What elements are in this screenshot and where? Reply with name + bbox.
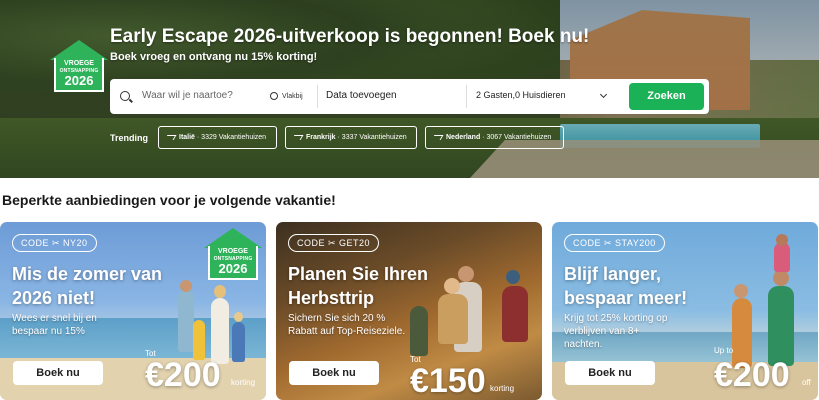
promo-code[interactable]: CODE ✂ STAY200 <box>564 234 665 252</box>
trending-icon <box>164 135 177 140</box>
chevron-down-icon[interactable] <box>599 90 608 99</box>
nearby-button[interactable]: Vlakbij <box>266 88 308 105</box>
trending-chip-italie[interactable]: Italië · 3329 Vakantiehuizen <box>158 126 277 149</box>
card-text: Sichern Sie sich 20 % Rabatt auf Top-Rei… <box>288 313 406 337</box>
offer-card-summer[interactable]: CODE ✂ NY20 VROEGE ONTSNAPPING 2026 Mis … <box>0 222 266 400</box>
card-heading: Blijf langer, bespaar meer! <box>564 264 688 308</box>
card-heading: Mis de zomer van 2026 niet! <box>12 264 163 308</box>
beach-couple-photo <box>768 286 794 366</box>
trending-icon <box>291 135 304 140</box>
offer-card-autumn[interactable]: CODE ✂ GET20 Planen Sie Ihren Herbsttrip… <box>276 222 542 400</box>
location-icon <box>270 92 278 100</box>
promo-code[interactable]: CODE ✂ NY20 <box>12 234 97 252</box>
early-escape-badge: VROEGE ONTSNAPPING 2026 <box>204 228 262 280</box>
search-icon <box>120 91 130 101</box>
section-title: Beperkte aanbiedingen voor je volgende v… <box>2 192 336 208</box>
card-text: Krijg tot 25% korting op verblijven van … <box>564 313 668 350</box>
trending-chip-nederland[interactable]: Nederland · 3067 Vakantiehuizen <box>425 126 564 149</box>
hero-title: Early Escape 2026-uitverkoop is begonnen… <box>110 26 590 47</box>
dates-field[interactable]: Data toevoegen <box>326 90 397 101</box>
book-now-button[interactable]: Boek nu <box>13 361 103 385</box>
early-escape-badge: VROEGE ONTSNAPPING 2026 <box>50 40 108 92</box>
book-now-button[interactable]: Boek nu <box>289 361 379 385</box>
promo-code[interactable]: CODE ✂ GET20 <box>288 234 380 252</box>
card-text: Wees er snel bij en bespaar nu 15% <box>12 313 97 337</box>
beach-family-photo <box>178 290 194 352</box>
trending-icon <box>431 135 444 140</box>
search-button[interactable]: Zoeken <box>629 83 704 110</box>
trending-chip-frankrijk[interactable]: Frankrijk · 3337 Vakantiehuizen <box>285 126 417 149</box>
offer-card-longstay[interactable]: CODE ✂ STAY200 Blijf langer, bespaar mee… <box>552 222 818 400</box>
discount-amount: €200 <box>714 356 790 394</box>
hero-subtitle: Boek vroeg en ontvang nu 15% korting! <box>110 51 318 63</box>
discount-amount: €150 <box>410 362 486 400</box>
trending-label: Trending <box>110 133 148 143</box>
book-now-button[interactable]: Boek nu <box>565 361 655 385</box>
search-bar: Waar wil je naartoe? Vlakbij Data toevoe… <box>110 79 709 114</box>
destination-input[interactable]: Waar wil je naartoe? <box>142 90 233 101</box>
discount-amount: €200 <box>145 356 221 394</box>
card-heading: Planen Sie Ihren Herbsttrip <box>288 264 429 308</box>
guests-field[interactable]: 2 Gasten,0 Huisdieren <box>476 90 566 100</box>
